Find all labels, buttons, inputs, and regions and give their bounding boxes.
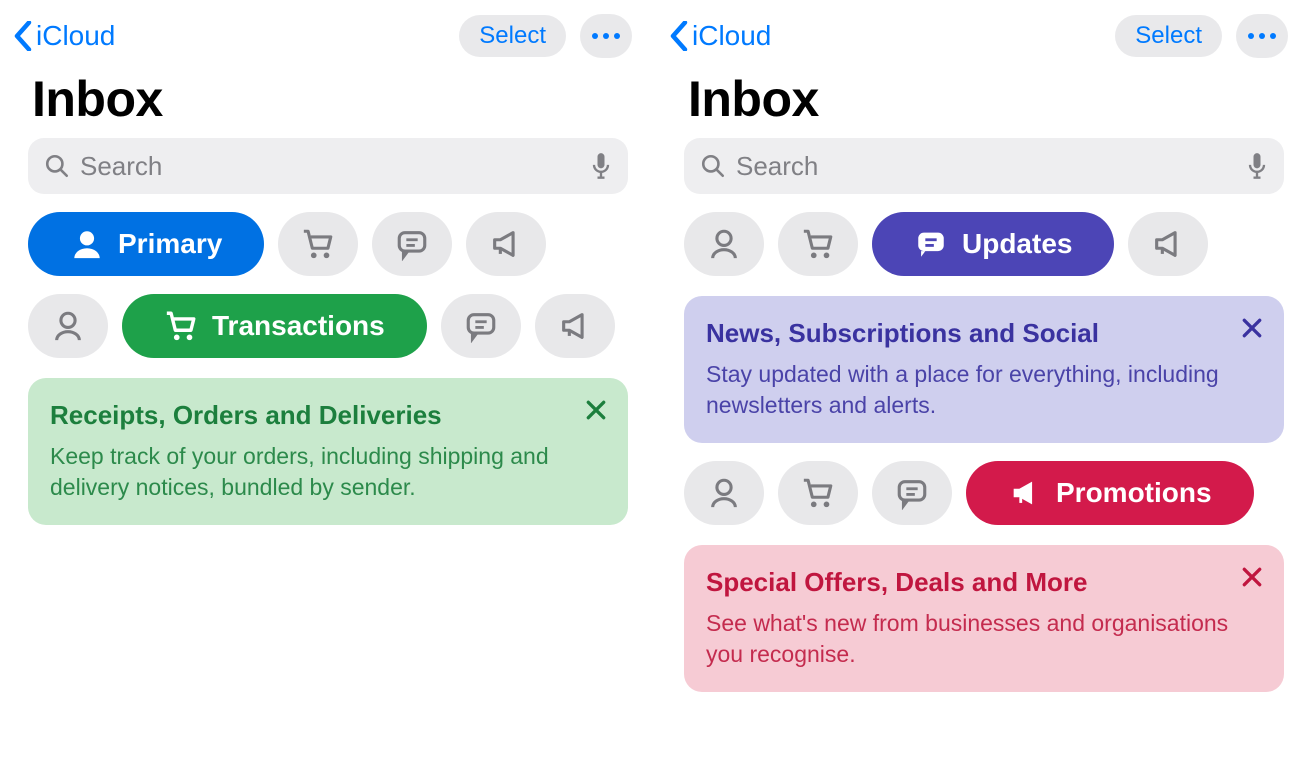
person-icon	[707, 476, 741, 510]
card-desc: See what's new from businesses and organ…	[706, 608, 1262, 670]
close-icon	[1241, 317, 1263, 339]
close-icon	[585, 399, 607, 421]
back-label: iCloud	[692, 20, 771, 52]
cart-icon	[301, 227, 335, 261]
cart-icon	[801, 476, 835, 510]
tab-primary[interactable]	[684, 461, 764, 525]
close-button[interactable]	[1238, 563, 1266, 591]
chevron-left-icon	[668, 21, 690, 51]
card-desc: Keep track of your orders, including shi…	[50, 441, 606, 503]
right-pane: iCloud Select Inbox Search	[656, 0, 1312, 782]
chat-icon	[895, 476, 929, 510]
navbar: iCloud Select	[656, 0, 1312, 58]
tab-promotions[interactable]	[466, 212, 546, 276]
megaphone-icon	[558, 309, 592, 343]
nav-actions: Select	[1115, 14, 1288, 58]
left-pane: iCloud Select Inbox Search Primary	[0, 0, 656, 782]
search-placeholder: Search	[736, 151, 1246, 182]
close-icon	[1241, 566, 1263, 588]
chat-icon	[914, 227, 948, 261]
info-card-promotions: Special Offers, Deals and More See what'…	[684, 545, 1284, 692]
tab-transactions[interactable]: Transactions	[122, 294, 427, 358]
person-icon	[70, 227, 104, 261]
search-placeholder: Search	[80, 151, 590, 182]
tab-updates[interactable]	[372, 212, 452, 276]
tab-updates[interactable]	[872, 461, 952, 525]
card-title: Receipts, Orders and Deliveries	[50, 398, 606, 433]
card-desc: Stay updated with a place for everything…	[706, 359, 1262, 421]
tab-updates-label: Updates	[962, 228, 1072, 260]
tab-primary[interactable]	[28, 294, 108, 358]
person-icon	[707, 227, 741, 261]
category-row: Primary	[0, 194, 656, 276]
tab-updates[interactable]: Updates	[872, 212, 1114, 276]
back-label: iCloud	[36, 20, 115, 52]
chat-icon	[395, 227, 429, 261]
tab-primary[interactable]: Primary	[28, 212, 264, 276]
tab-transactions[interactable]	[778, 461, 858, 525]
card-title: Special Offers, Deals and More	[706, 565, 1262, 600]
tab-promotions-label: Promotions	[1056, 477, 1212, 509]
select-button[interactable]: Select	[1115, 15, 1222, 57]
page-title: Inbox	[0, 58, 656, 138]
ellipsis-icon	[1247, 32, 1277, 40]
select-button[interactable]: Select	[459, 15, 566, 57]
tab-transactions[interactable]	[778, 212, 858, 276]
mic-icon[interactable]	[590, 152, 612, 180]
back-button[interactable]: iCloud	[12, 20, 115, 52]
info-card-updates: News, Subscriptions and Social Stay upda…	[684, 296, 1284, 443]
more-button[interactable]	[1236, 14, 1288, 58]
cart-icon	[164, 309, 198, 343]
megaphone-icon	[489, 227, 523, 261]
category-row: Transactions	[0, 276, 656, 358]
back-button[interactable]: iCloud	[668, 20, 771, 52]
tab-transactions-label: Transactions	[212, 310, 385, 342]
info-card-transactions: Receipts, Orders and Deliveries Keep tra…	[28, 378, 628, 525]
mic-icon[interactable]	[1246, 152, 1268, 180]
chat-icon	[464, 309, 498, 343]
search-icon	[44, 153, 70, 179]
card-title: News, Subscriptions and Social	[706, 316, 1262, 351]
search-input[interactable]: Search	[684, 138, 1284, 194]
search-icon	[700, 153, 726, 179]
ellipsis-icon	[591, 32, 621, 40]
tab-transactions[interactable]	[278, 212, 358, 276]
category-row: Promotions	[656, 443, 1312, 525]
tab-primary[interactable]	[684, 212, 764, 276]
tab-primary-label: Primary	[118, 228, 222, 260]
megaphone-icon	[1008, 476, 1042, 510]
close-button[interactable]	[582, 396, 610, 424]
close-button[interactable]	[1238, 314, 1266, 342]
person-icon	[51, 309, 85, 343]
megaphone-icon	[1151, 227, 1185, 261]
page-title: Inbox	[656, 58, 1312, 138]
nav-actions: Select	[459, 14, 632, 58]
tab-promotions[interactable]	[535, 294, 615, 358]
tab-promotions[interactable]	[1128, 212, 1208, 276]
category-row: Updates	[656, 194, 1312, 276]
tab-promotions[interactable]: Promotions	[966, 461, 1254, 525]
tab-updates[interactable]	[441, 294, 521, 358]
cart-icon	[801, 227, 835, 261]
more-button[interactable]	[580, 14, 632, 58]
search-input[interactable]: Search	[28, 138, 628, 194]
navbar: iCloud Select	[0, 0, 656, 58]
chevron-left-icon	[12, 21, 34, 51]
